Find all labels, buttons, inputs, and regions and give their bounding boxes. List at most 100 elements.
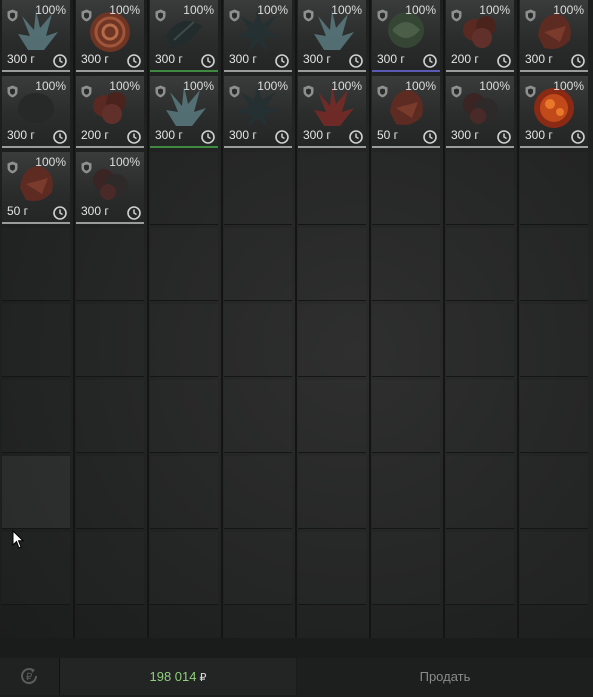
shield-icon [525,85,536,98]
inventory-item[interactable]: 100% 300 г [76,152,144,224]
empty-slot[interactable] [76,380,144,453]
empty-slot[interactable] [224,532,292,605]
empty-slot[interactable] [298,152,366,225]
item-weight: 300 г [155,52,183,66]
shield-icon [377,85,388,98]
condition-percent: 100% [183,3,214,17]
empty-slot[interactable] [298,456,366,529]
empty-slot[interactable] [224,456,292,529]
empty-slot[interactable] [372,380,440,453]
empty-slot[interactable] [2,380,70,453]
empty-slot[interactable] [520,152,588,225]
empty-slot[interactable] [298,304,366,377]
empty-slot[interactable] [520,380,588,453]
inventory-item[interactable]: 100% 200 г [76,76,144,148]
sell-button[interactable]: Продать [297,658,593,695]
empty-slot[interactable] [76,532,144,605]
inventory-item[interactable]: 100% 300 г [224,76,292,148]
empty-slot[interactable] [372,456,440,529]
empty-slot[interactable] [2,228,70,301]
clock-icon [201,130,215,144]
empty-slot[interactable] [224,152,292,225]
item-weight: 300 г [229,128,257,142]
empty-slot[interactable] [446,228,514,301]
inventory-item[interactable]: 100% 300 г [520,76,588,148]
empty-slot[interactable] [298,380,366,453]
inventory-item[interactable]: 100% 300 г [520,0,588,72]
inventory-item[interactable]: 100% 300 г [2,0,70,72]
empty-slot[interactable] [372,532,440,605]
empty-slot[interactable] [520,304,588,377]
empty-slot[interactable] [446,152,514,225]
clock-icon [349,54,363,68]
shield-icon [81,9,92,22]
inventory-item[interactable]: 100% 50 г [372,76,440,148]
inventory-item[interactable]: 100% 300 г [446,76,514,148]
condition-percent: 100% [35,79,66,93]
condition-percent: 100% [109,3,140,17]
clock-icon [201,54,215,68]
clock-icon [53,130,67,144]
item-weight: 300 г [229,52,257,66]
refresh-button[interactable]: ₽ [0,658,60,695]
empty-slot[interactable] [520,532,588,605]
empty-slot[interactable] [150,380,218,453]
empty-slot[interactable] [150,304,218,377]
condition-percent: 100% [35,155,66,169]
shield-icon [229,9,240,22]
grid-divider [221,0,223,638]
inventory-item[interactable]: 100% 300 г [298,76,366,148]
empty-slot[interactable] [446,304,514,377]
condition-percent: 100% [183,79,214,93]
shield-icon [451,9,462,22]
item-weight: 50 г [7,204,29,218]
empty-slot[interactable] [76,304,144,377]
empty-slot[interactable] [150,152,218,225]
empty-slot[interactable] [224,380,292,453]
empty-slot[interactable] [446,532,514,605]
empty-slot[interactable] [150,228,218,301]
condition-percent: 100% [553,79,584,93]
item-weight: 300 г [7,128,35,142]
clock-icon [53,206,67,220]
empty-slot[interactable] [446,380,514,453]
inventory-item[interactable]: 100% 300 г [224,0,292,72]
shield-icon [303,9,314,22]
inventory-item[interactable]: 100% 200 г [446,0,514,72]
inventory-item[interactable]: 100% 300 г [2,76,70,148]
inventory-item[interactable]: 100% 300 г [150,0,218,72]
empty-slot[interactable] [76,228,144,301]
balance-display: 198 014 ₽ [60,658,296,695]
condition-percent: 100% [257,3,288,17]
item-weight: 300 г [155,128,183,142]
condition-percent: 100% [331,79,362,93]
inventory-item[interactable]: 100% 300 г [372,0,440,72]
empty-slot[interactable] [298,532,366,605]
inventory-item[interactable]: 100% 300 г [76,0,144,72]
empty-slot[interactable] [224,304,292,377]
empty-slot[interactable] [2,304,70,377]
empty-slot[interactable] [520,228,588,301]
item-weight: 200 г [451,52,479,66]
empty-slot[interactable] [372,228,440,301]
item-weight: 300 г [303,128,331,142]
clock-icon [127,54,141,68]
empty-slot[interactable] [224,228,292,301]
empty-slot[interactable] [150,456,218,529]
empty-slot[interactable] [446,456,514,529]
empty-slot[interactable] [372,304,440,377]
empty-slot[interactable] [520,456,588,529]
grid-divider [295,0,297,638]
empty-slot[interactable] [150,532,218,605]
empty-slot[interactable] [372,152,440,225]
shield-icon [229,85,240,98]
inventory-item[interactable]: 100% 300 г [298,0,366,72]
empty-slot[interactable] [298,228,366,301]
empty-slot[interactable] [2,456,70,529]
inventory-item[interactable]: 100% 300 г [150,76,218,148]
condition-percent: 100% [479,79,510,93]
empty-slot[interactable] [76,456,144,529]
shield-icon [7,85,18,98]
inventory-item[interactable]: 100% 50 г [2,152,70,224]
clock-icon [571,54,585,68]
